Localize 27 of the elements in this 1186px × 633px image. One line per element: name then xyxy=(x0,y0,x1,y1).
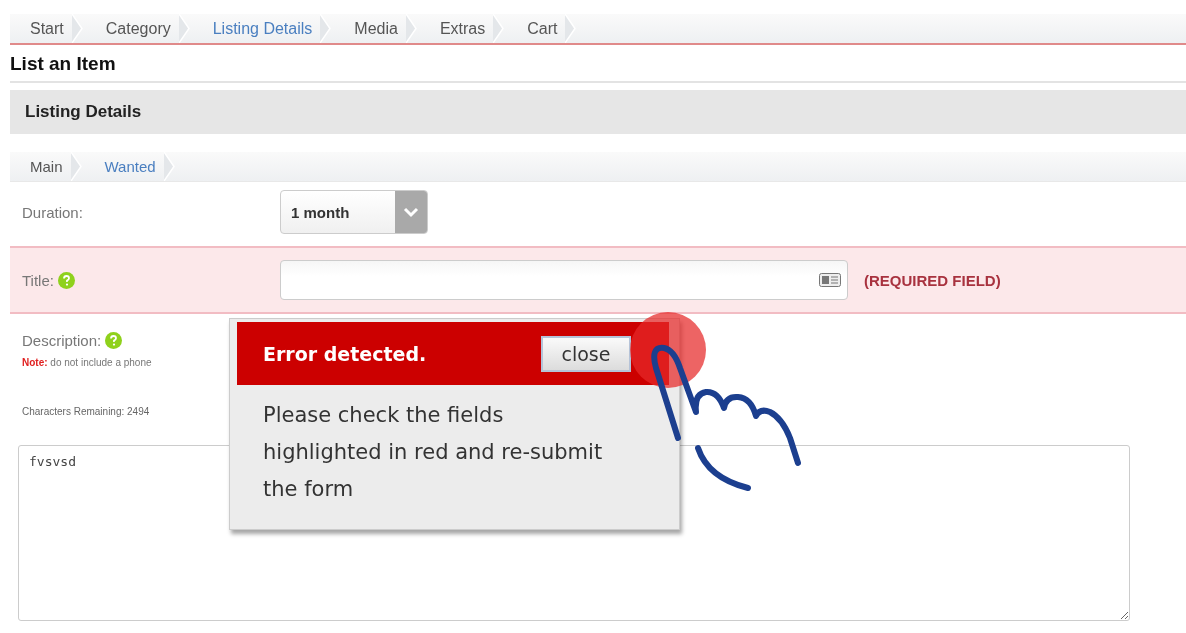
page-title: List an Item xyxy=(10,45,1186,83)
error-title: Error detected. xyxy=(263,342,427,365)
step-link[interactable]: Start xyxy=(10,14,86,43)
chevron-icon xyxy=(71,14,86,43)
step-link[interactable]: Extras xyxy=(419,14,508,43)
field-label: Title: xyxy=(22,271,54,289)
duration-select[interactable]: 1 month xyxy=(280,190,428,234)
card-icon xyxy=(819,273,841,287)
title-field[interactable] xyxy=(280,260,848,300)
error-text: (REQUIRED FIELD) xyxy=(864,271,1001,289)
step-link[interactable]: Cart xyxy=(507,14,580,43)
chevron-icon xyxy=(405,14,420,43)
step-link[interactable]: Listing Details xyxy=(192,14,335,43)
close-button[interactable]: close xyxy=(541,335,631,372)
help-icon[interactable] xyxy=(105,332,123,349)
dropdown-icon xyxy=(395,191,427,233)
chevron-icon xyxy=(178,14,193,43)
field-label: Description: xyxy=(22,332,102,349)
step-link[interactable]: Category xyxy=(85,14,193,43)
field-label: Duration: xyxy=(22,203,84,221)
section-header: Listing Details xyxy=(10,90,1186,134)
step-link[interactable]: Wanted xyxy=(84,152,178,181)
help-icon[interactable] xyxy=(57,271,75,289)
characters-remaining: Characters Remaining: 2494 xyxy=(22,406,150,417)
note-text: Note: do not include a phone xyxy=(22,357,152,368)
step-link[interactable]: Media xyxy=(334,14,420,43)
step-link[interactable]: Main xyxy=(10,152,85,181)
